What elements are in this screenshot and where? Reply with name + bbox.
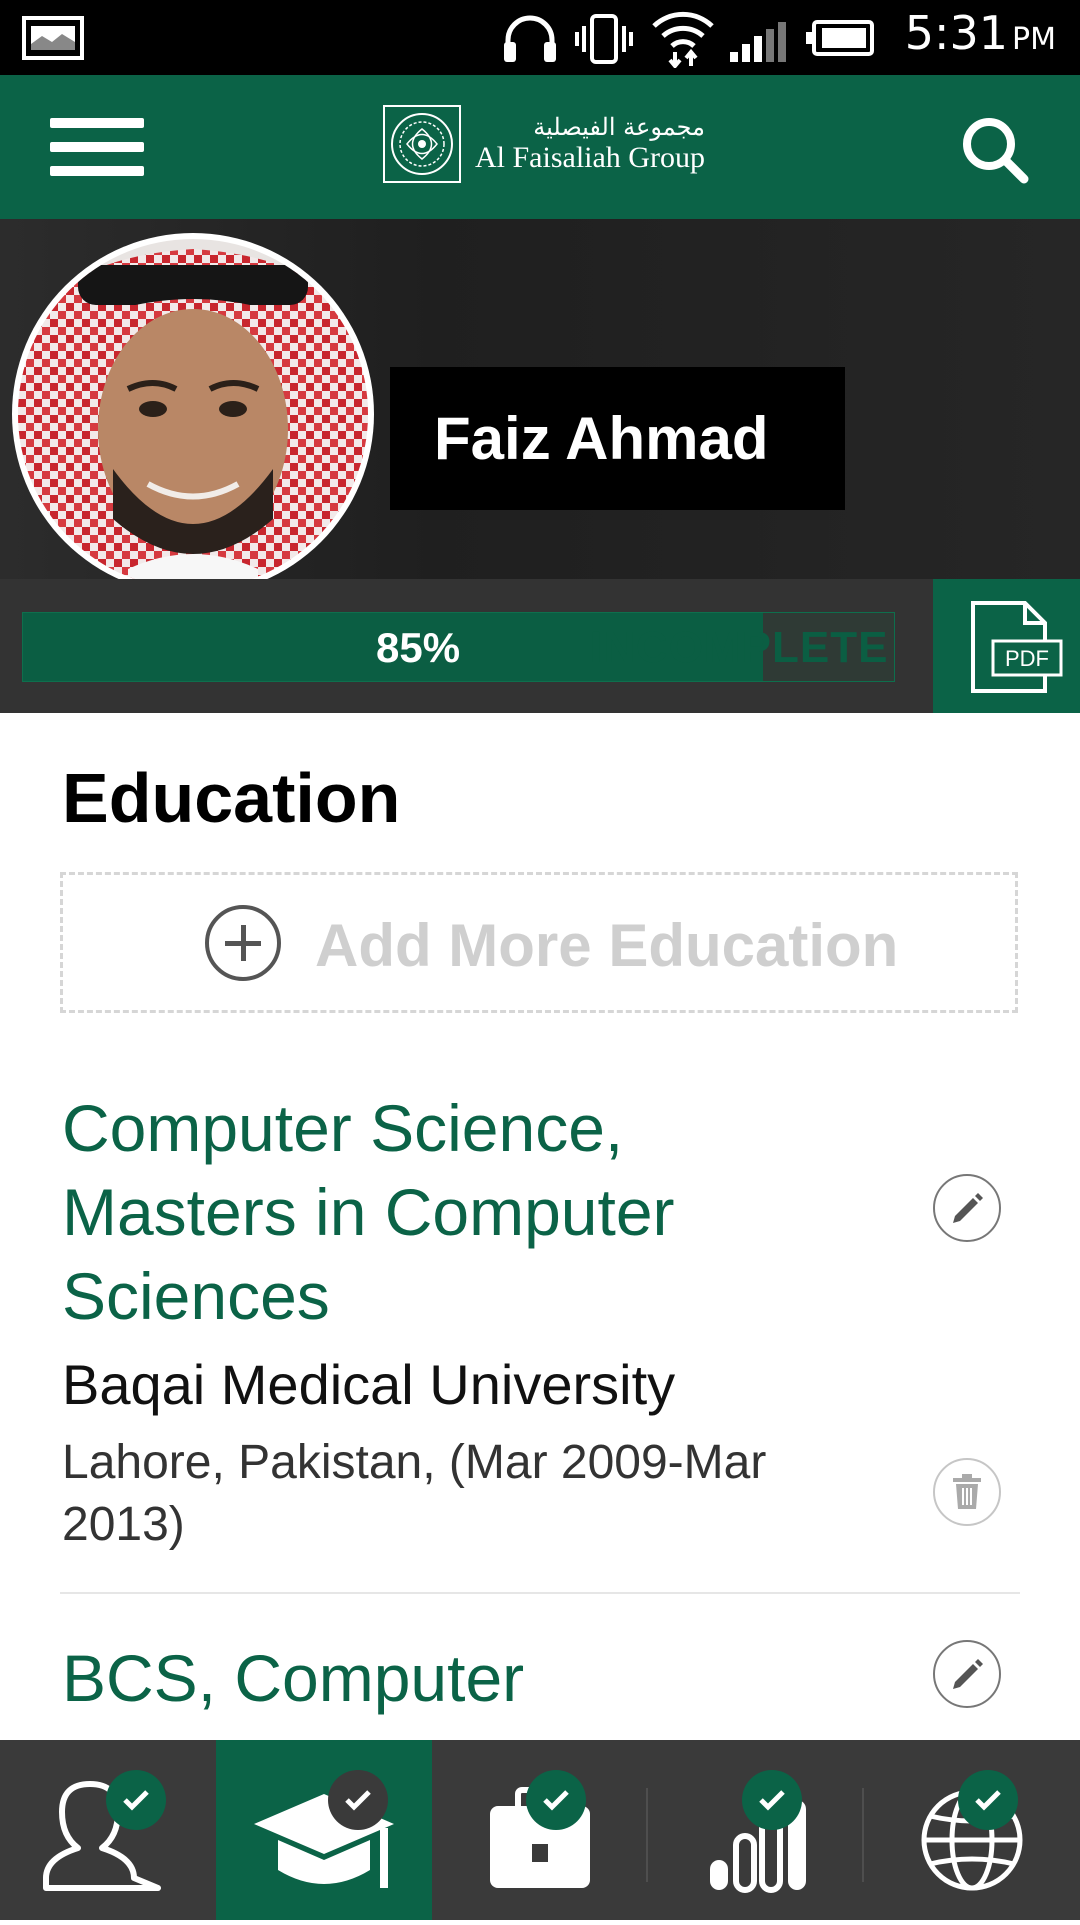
education-location-dates: Lahore, Pakistan, (Mar 2009-Mar 2013) [62, 1436, 767, 1551]
divider [60, 1592, 1020, 1594]
person-outline-icon [43, 1781, 161, 1891]
pencil-icon [953, 1659, 983, 1689]
vibrate-icon [575, 14, 633, 64]
check-icon [742, 1770, 802, 1830]
profile-progress: 85% INCOMPLETE PDF [0, 579, 1080, 713]
pdf-icon: PDF [971, 601, 1063, 693]
battery-icon [806, 20, 874, 56]
skills-tab[interactable] [648, 1740, 864, 1920]
signal-icon [730, 22, 786, 62]
app-bar: مجموعة الفيصلية Al Faisaliah Group [0, 75, 1080, 219]
nav-separator [862, 1788, 864, 1882]
logo-arabic-text: مجموعة الفيصلية [533, 113, 705, 141]
progress-status: INCOMPLETE [590, 623, 889, 672]
profile-header: Faiz Ahmad [0, 219, 1080, 595]
app-logo: مجموعة الفيصلية Al Faisaliah Group [383, 105, 705, 183]
globe-icon [921, 1789, 1023, 1891]
check-icon [106, 1770, 166, 1830]
education-degree: Computer Science, Masters in Computer Sc… [62, 1091, 675, 1333]
add-education-button[interactable]: Add More Education [60, 872, 1018, 1013]
wifi-icon [652, 11, 714, 68]
pencil-icon [953, 1193, 983, 1223]
progress-bar: 85% INCOMPLETE [22, 612, 895, 682]
languages-tab[interactable] [864, 1740, 1080, 1920]
bar-chart-icon [710, 1800, 806, 1893]
search-icon[interactable] [960, 115, 1030, 185]
svg-text:PDF: PDF [1005, 646, 1049, 671]
avatar[interactable] [12, 233, 374, 595]
clock: 5:31 PM [904, 6, 1056, 60]
edit-button[interactable] [933, 1640, 1001, 1708]
profile-photo [18, 239, 368, 589]
nav-separator [646, 1788, 648, 1882]
menu-icon[interactable] [50, 118, 144, 176]
status-bar: 5:31 PM [0, 0, 1080, 75]
headphones-icon [504, 15, 556, 62]
experience-tab[interactable] [432, 1740, 648, 1920]
check-icon [526, 1770, 586, 1830]
graduation-cap-icon [254, 1794, 394, 1888]
section-title: Education [62, 759, 401, 837]
progress-percent: 85% [376, 624, 461, 671]
briefcase-icon [490, 1787, 590, 1888]
edit-button[interactable] [933, 1174, 1001, 1242]
delete-button[interactable] [933, 1458, 1001, 1526]
bottom-nav [0, 1740, 1080, 1920]
pdf-export-button[interactable]: PDF [933, 579, 1080, 713]
add-education-label: Add More Education [315, 912, 899, 979]
education-school: Baqai Medical University [62, 1353, 676, 1416]
add-circle-icon [205, 905, 281, 981]
profile-name: Faiz Ahmad [390, 367, 845, 510]
trash-icon [953, 1474, 981, 1509]
education-tab[interactable] [216, 1740, 432, 1920]
check-icon [958, 1770, 1018, 1830]
logo-english-text: Al Faisaliah Group [475, 141, 705, 174]
check-icon [328, 1770, 388, 1830]
logo-emblem-icon [383, 105, 461, 183]
gallery-icon [22, 16, 84, 60]
profile-tab[interactable] [0, 1740, 216, 1920]
education-degree: BCS, Computer [62, 1641, 525, 1715]
